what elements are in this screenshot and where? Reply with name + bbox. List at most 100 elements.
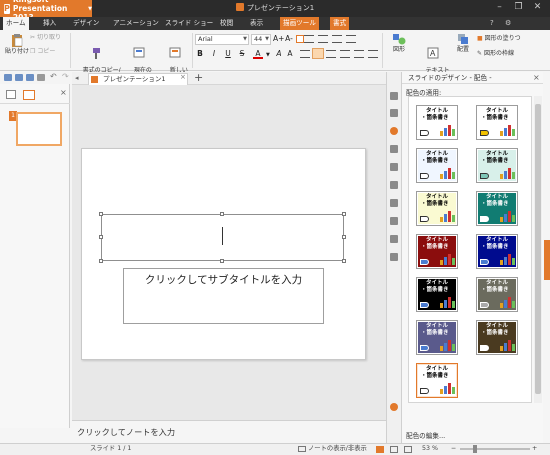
- help-icon[interactable]: ?: [490, 19, 494, 27]
- color-scheme-swatch[interactable]: タイトル ・箇条書き: [476, 320, 518, 355]
- color-scheme-swatch[interactable]: タイトル ・箇条書き: [476, 234, 518, 269]
- shapes-button[interactable]: 図形: [387, 33, 411, 53]
- font-name-select[interactable]: Arial ▼: [195, 34, 249, 45]
- slide-thumbnail[interactable]: [16, 112, 62, 146]
- redo-icon[interactable]: ↷: [62, 72, 69, 81]
- slides-tab-icon[interactable]: [23, 90, 35, 100]
- strikethrough-button[interactable]: S: [237, 49, 247, 59]
- resize-handle[interactable]: [99, 235, 103, 239]
- slideshow-icon[interactable]: [404, 446, 412, 453]
- app-menu-button[interactable]: P Kingsoft Presentation 2013 ▼: [0, 0, 92, 22]
- shape-outline-button[interactable]: ✎ 図形の枠線: [477, 50, 514, 57]
- tab-drawing-tools[interactable]: 描画ツール: [280, 17, 319, 30]
- color-scheme-swatch[interactable]: タイトル ・箇条書き: [476, 105, 518, 140]
- resize-handle[interactable]: [99, 212, 103, 216]
- bullets-icon[interactable]: [304, 35, 314, 43]
- design-scheme-icon[interactable]: [390, 127, 398, 135]
- shape-fill-button[interactable]: ■ 図形の塗りつ: [477, 35, 521, 42]
- zoom-slider[interactable]: [460, 448, 530, 450]
- table-panel-icon[interactable]: [390, 253, 398, 261]
- new-tab-icon[interactable]: +: [194, 71, 203, 84]
- tab-design[interactable]: デザイン: [70, 17, 102, 30]
- color-scheme-swatch[interactable]: タイトル ・箇条書き: [416, 234, 458, 269]
- tab-insert[interactable]: 挿入: [40, 17, 59, 30]
- print-icon[interactable]: [26, 74, 34, 81]
- zoom-out-icon[interactable]: −: [451, 444, 456, 454]
- task-pane-header[interactable]: スライドのデザイン - 配色 -: [402, 72, 543, 84]
- font-size-select[interactable]: 44 ▼: [251, 34, 271, 45]
- font-color-button[interactable]: A: [253, 49, 263, 59]
- notes-toggle[interactable]: ノートの表示/非表示: [308, 444, 367, 454]
- transition-icon[interactable]: [390, 163, 398, 171]
- text-shadow-icon[interactable]: A: [285, 49, 295, 59]
- copy-button[interactable]: ❐ コピー: [30, 48, 55, 55]
- text-effect-icon[interactable]: A: [274, 49, 284, 59]
- resize-handle[interactable]: [99, 259, 103, 263]
- align-right-icon[interactable]: [326, 50, 336, 58]
- new-document-icon[interactable]: [390, 92, 398, 100]
- font-grow-button[interactable]: A+: [273, 34, 284, 44]
- tab-home[interactable]: ホーム: [3, 17, 29, 30]
- tab-format[interactable]: 書式: [330, 17, 350, 30]
- color-scheme-swatch[interactable]: タイトル ・箇条書き: [476, 191, 518, 226]
- undo-icon[interactable]: ↶: [50, 72, 57, 81]
- close-tab-icon[interactable]: ×: [180, 73, 186, 81]
- close-pane-icon[interactable]: ×: [533, 73, 540, 82]
- zoom-in-icon[interactable]: +: [532, 444, 537, 454]
- color-scheme-swatch[interactable]: タイトル ・箇条書き: [416, 148, 458, 183]
- arrange-button[interactable]: 配置: [452, 33, 474, 53]
- numbering-icon[interactable]: [318, 35, 328, 43]
- outdent-icon[interactable]: [346, 35, 356, 43]
- shapes-panel-icon[interactable]: [390, 235, 398, 243]
- chevron-down-icon[interactable]: ▼: [266, 52, 270, 58]
- color-scheme-swatch[interactable]: タイトル ・箇条書き: [416, 105, 458, 140]
- backup-icon[interactable]: [390, 217, 398, 225]
- clipart-icon[interactable]: [390, 181, 398, 189]
- tab-animation[interactable]: アニメーション: [110, 17, 162, 30]
- layout-icon[interactable]: [390, 109, 398, 117]
- edit-scheme-link[interactable]: 配色の編集...: [406, 430, 445, 440]
- document-tab[interactable]: プレゼンテーション1: [88, 73, 188, 85]
- open-icon[interactable]: [15, 74, 23, 81]
- color-scheme-swatch[interactable]: タイトル ・箇条書き: [476, 277, 518, 312]
- underline-button[interactable]: U: [223, 49, 233, 59]
- tab-slideshow[interactable]: スライド ショー: [162, 17, 216, 30]
- color-scheme-swatch[interactable]: タイトル ・箇条書き: [476, 148, 518, 183]
- restore-icon[interactable]: ❐: [512, 2, 525, 13]
- settings-icon[interactable]: ⚙: [505, 19, 511, 27]
- close-icon[interactable]: ✕: [531, 2, 544, 13]
- sorter-view-icon[interactable]: [390, 446, 398, 453]
- save-icon[interactable]: [4, 74, 12, 81]
- indent-icon[interactable]: [332, 35, 342, 43]
- zoom-slider-knob[interactable]: [473, 445, 477, 453]
- italic-button[interactable]: I: [209, 49, 219, 59]
- color-scheme-swatch[interactable]: タイトル ・箇条書き: [416, 277, 458, 312]
- tab-view[interactable]: 表示: [247, 17, 266, 30]
- resize-handle[interactable]: [220, 212, 224, 216]
- color-scheme-swatch[interactable]: タイトル ・箇条書き: [416, 191, 458, 226]
- resize-handle[interactable]: [342, 235, 346, 239]
- animation-icon[interactable]: [390, 145, 398, 153]
- resize-handle[interactable]: [342, 212, 346, 216]
- font-shrink-button[interactable]: A-: [284, 34, 294, 44]
- resize-handle[interactable]: [220, 259, 224, 263]
- side-panel-toggle[interactable]: [544, 240, 550, 280]
- clear-format-icon[interactable]: [296, 35, 304, 43]
- justify-icon[interactable]: [340, 50, 350, 58]
- bold-button[interactable]: B: [195, 49, 205, 59]
- minimize-icon[interactable]: –: [493, 2, 506, 13]
- align-left-icon[interactable]: [300, 50, 310, 58]
- cut-button[interactable]: ✂ 切り取り: [30, 34, 61, 41]
- outline-tab-icon[interactable]: [6, 90, 16, 99]
- resize-handle[interactable]: [342, 259, 346, 263]
- selection-icon[interactable]: [390, 199, 398, 207]
- line-spacing-icon[interactable]: [368, 50, 378, 58]
- tab-review[interactable]: 校閲: [217, 17, 236, 30]
- paste-button[interactable]: 貼り付け: [4, 33, 30, 55]
- align-center-button[interactable]: [312, 48, 324, 59]
- close-panel-icon[interactable]: ×: [60, 88, 67, 97]
- scrollbar-thumb[interactable]: [535, 104, 541, 394]
- color-scheme-swatch[interactable]: タイトル ・箇条書き: [416, 363, 458, 398]
- color-scheme-swatch[interactable]: タイトル ・箇条書き: [416, 320, 458, 355]
- distribute-icon[interactable]: [354, 50, 364, 58]
